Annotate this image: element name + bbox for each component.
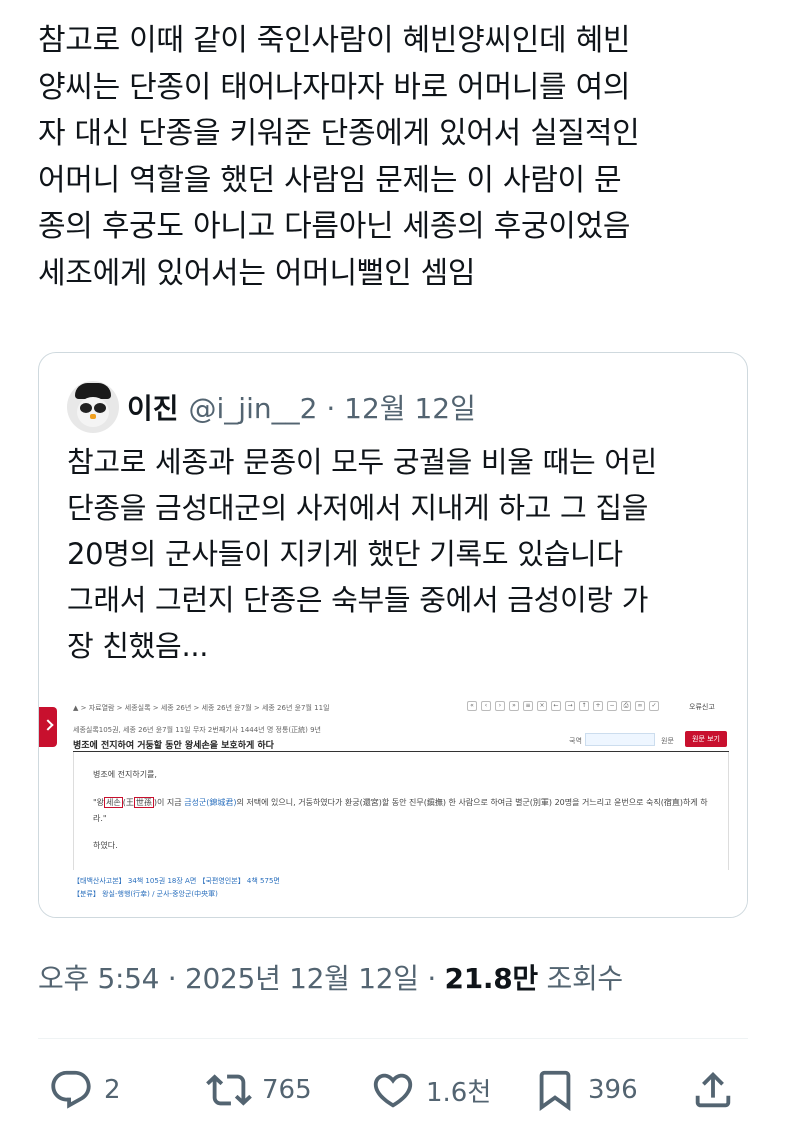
embed-title: 병조에 전지하여 거둥할 동안 왕세손을 보호하게 하다	[73, 741, 274, 751]
divider	[38, 1038, 748, 1039]
next-icon: ›	[495, 701, 505, 711]
highlight-box: 세손	[104, 797, 123, 808]
print-icon: ⎙	[621, 701, 631, 711]
embed-report: 오류신고	[689, 703, 715, 711]
check-icon: ✓	[649, 701, 659, 711]
quoted-post-image[interactable]: ▲ > 자료열람 > 세종실록 > 세종 26년 > 세종 26년 윤7월 > …	[39, 683, 747, 917]
divider	[73, 752, 74, 870]
reply-icon	[51, 1070, 91, 1109]
embed-subtitle: 세종실록105권, 세종 26년 윤7월 11일 무자 2번째기사 1444년 …	[73, 726, 321, 734]
list-icon: ≡	[523, 701, 533, 711]
post-date[interactable]: 2025년 12월 12일	[185, 962, 419, 995]
post-timestamp: 오후 5:54 · 2025년 12월 12일 · 21.8만 조회수	[38, 957, 623, 997]
repost-icon	[206, 1074, 252, 1106]
share-icon	[695, 1071, 731, 1108]
reply-button[interactable]: 2	[48, 1060, 121, 1120]
divider	[73, 751, 729, 752]
quote-date: 12월 12일	[344, 392, 476, 425]
text-span: )이 지금	[153, 798, 185, 807]
zoom-in-icon: +	[593, 701, 603, 711]
bookmark-button[interactable]: 396	[532, 1060, 638, 1120]
side-tab-arrow-icon	[39, 707, 57, 747]
embed-paragraph: 병조에 전지하기를,	[93, 770, 157, 779]
reply-count: 2	[104, 1075, 121, 1105]
zoom-out-icon: −	[607, 701, 617, 711]
quoted-post[interactable]: 이진 @i_jin__2 · 12월 12일 참고로 세종과 문종이 모두 궁궐…	[38, 352, 748, 918]
post-text: 참고로 이때 같이 죽인사람이 혜빈양씨인데 혜빈 양씨는 단종이 태어나자마자…	[38, 23, 640, 291]
bookmark-icon	[539, 1070, 571, 1111]
embed-paragraph: 하였다.	[93, 841, 118, 850]
like-button[interactable]: 1.6천	[370, 1060, 491, 1120]
link-icon: ∞	[635, 701, 645, 711]
text-span: "왕	[93, 798, 105, 807]
embed-toolbar: « ‹ › » ≡ × ← → ↑ + − ⎙ ∞ ✓	[467, 701, 659, 711]
view-label: 조회수	[537, 962, 623, 995]
embed-paragraph: "왕 세손 (王 世孫)이 지금 금성군(錦城君)의 저택에 있으니, 거둥하였다가 …	[93, 795, 713, 827]
embed-search-box	[585, 733, 655, 746]
quoted-post-text: 참고로 세종과 문종이 모두 궁궐을 비울 때는 어린 단종을 금성대군의 사저…	[67, 445, 658, 663]
author-handle: @i_jin__2 · 12월 12일	[189, 387, 476, 427]
heart-icon	[373, 1073, 413, 1108]
embed-link: 금성군(錦城君)	[184, 798, 237, 807]
embed-breadcrumb: ▲ > 자료열람 > 세종실록 > 세종 26년 > 세종 26년 윤7월 > …	[73, 704, 330, 712]
author-name[interactable]: 이진	[127, 387, 179, 427]
back-icon: ←	[551, 701, 561, 711]
handle-text: @i_jin__2	[188, 392, 318, 425]
embed-references: 【태백산사고본】 34책 105권 18장 A면 【국편영인본】 4책 575면…	[73, 875, 280, 901]
close-icon: ×	[537, 701, 547, 711]
like-count: 1.6천	[426, 1077, 492, 1108]
embed-search-label: 국역	[569, 737, 582, 745]
last-page-icon: »	[509, 701, 519, 711]
separator: ·	[418, 962, 445, 995]
repost-button[interactable]: 765	[206, 1060, 312, 1120]
bookmark-count: 396	[588, 1075, 638, 1105]
action-bar: 2 765 1.6천 396	[38, 1060, 748, 1120]
up-icon: ↑	[579, 701, 589, 711]
separator: ·	[159, 962, 186, 995]
embed-orig-label: 원문	[661, 737, 674, 745]
embed-ref: 【분류】 왕실-행행(行幸) / 군사-중앙군(中央軍)	[73, 890, 218, 898]
divider	[728, 752, 729, 870]
view-count: 21.8만	[444, 962, 539, 995]
share-button[interactable]	[690, 1060, 736, 1120]
embed-orig-button: 원문 보기	[685, 731, 727, 747]
post-time[interactable]: 오후 5:54	[38, 962, 160, 995]
highlight-box: 世孫	[133, 797, 154, 808]
prev-icon: ‹	[481, 701, 491, 711]
text-span: (王	[122, 798, 134, 807]
avatar[interactable]	[67, 381, 119, 433]
first-page-icon: «	[467, 701, 477, 711]
separator: ·	[326, 392, 336, 425]
quoted-post-header: 이진 @i_jin__2 · 12월 12일	[67, 379, 476, 435]
forward-icon: →	[565, 701, 575, 711]
embed-ref: 【태백산사고본】 34책 105권 18장 A면 【국편영인본】 4책 575면	[73, 877, 280, 885]
repost-count: 765	[262, 1075, 312, 1105]
